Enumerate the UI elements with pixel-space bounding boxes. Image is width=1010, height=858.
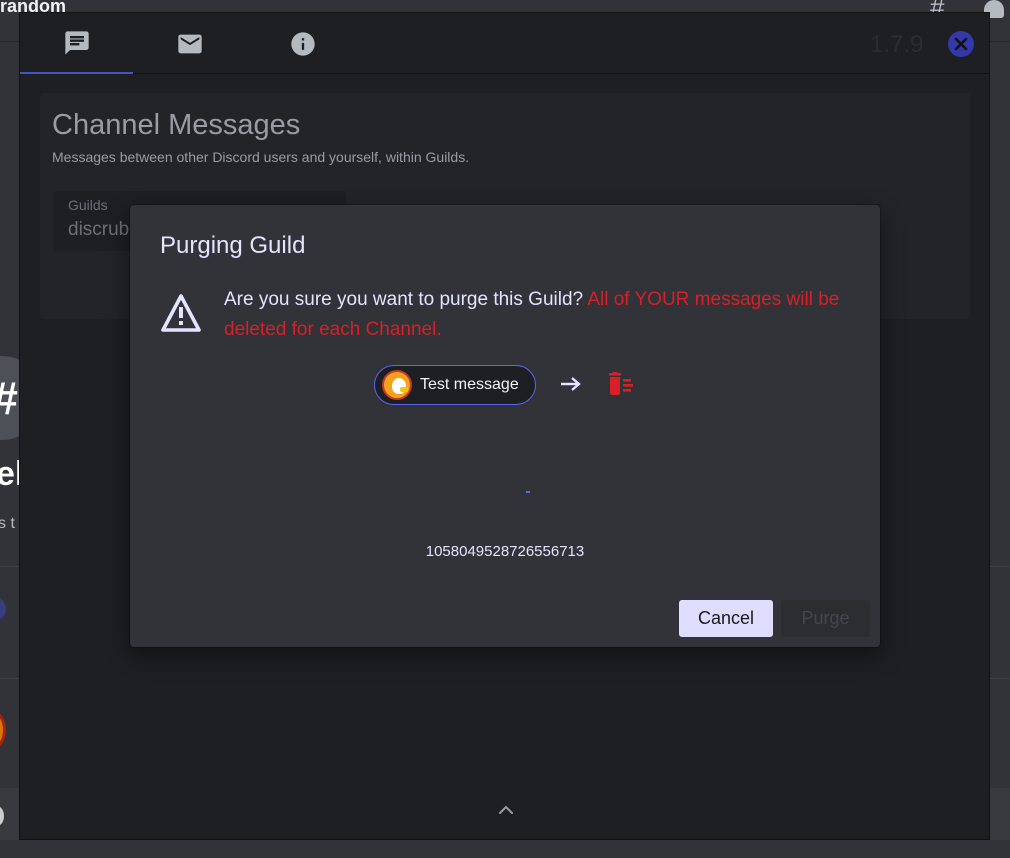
message-preview-chip: Test message <box>374 365 536 405</box>
progress-indicator <box>526 491 530 493</box>
panel-title: Channel Messages <box>52 109 301 141</box>
cancel-button[interactable]: Cancel <box>679 600 773 637</box>
guild-id: 1058049528726556713 <box>425 543 585 560</box>
tab-mail[interactable] <box>133 13 246 74</box>
dialog-title: Purging Guild <box>160 232 306 259</box>
warning-icon <box>160 293 202 338</box>
delete-sweep-icon <box>607 372 635 401</box>
confirm-question: Are you sure you want to purge this Guil… <box>224 289 588 310</box>
message-preview-text: Test message <box>420 376 519 393</box>
mail-icon <box>177 34 202 53</box>
chat-icon <box>64 30 89 55</box>
chevron-up-icon[interactable] <box>497 801 515 824</box>
close-icon <box>954 37 968 51</box>
purge-button[interactable]: Purge <box>781 600 870 637</box>
confirm-message: Are you sure you want to purge this Guil… <box>224 285 864 345</box>
tab-chat[interactable] <box>20 13 133 74</box>
tab-info[interactable] <box>246 13 359 74</box>
guild-select-label: Guilds <box>68 197 108 213</box>
guild-select-value: discrub <box>68 219 130 240</box>
avatar <box>382 370 412 400</box>
purge-guild-dialog: Purging Guild Are you sure you want to p… <box>130 205 880 647</box>
tab-bar: 1.7.9 <box>20 13 989 74</box>
arrow-right-icon <box>560 376 582 397</box>
avatar <box>0 597 6 621</box>
avatar <box>0 710 6 750</box>
version-label: 1.7.9 <box>870 31 924 58</box>
info-icon <box>290 31 315 56</box>
welcome-subtext: s t <box>0 515 15 532</box>
panel-description: Messages between other Discord users and… <box>52 149 470 165</box>
close-button[interactable] <box>948 31 974 57</box>
